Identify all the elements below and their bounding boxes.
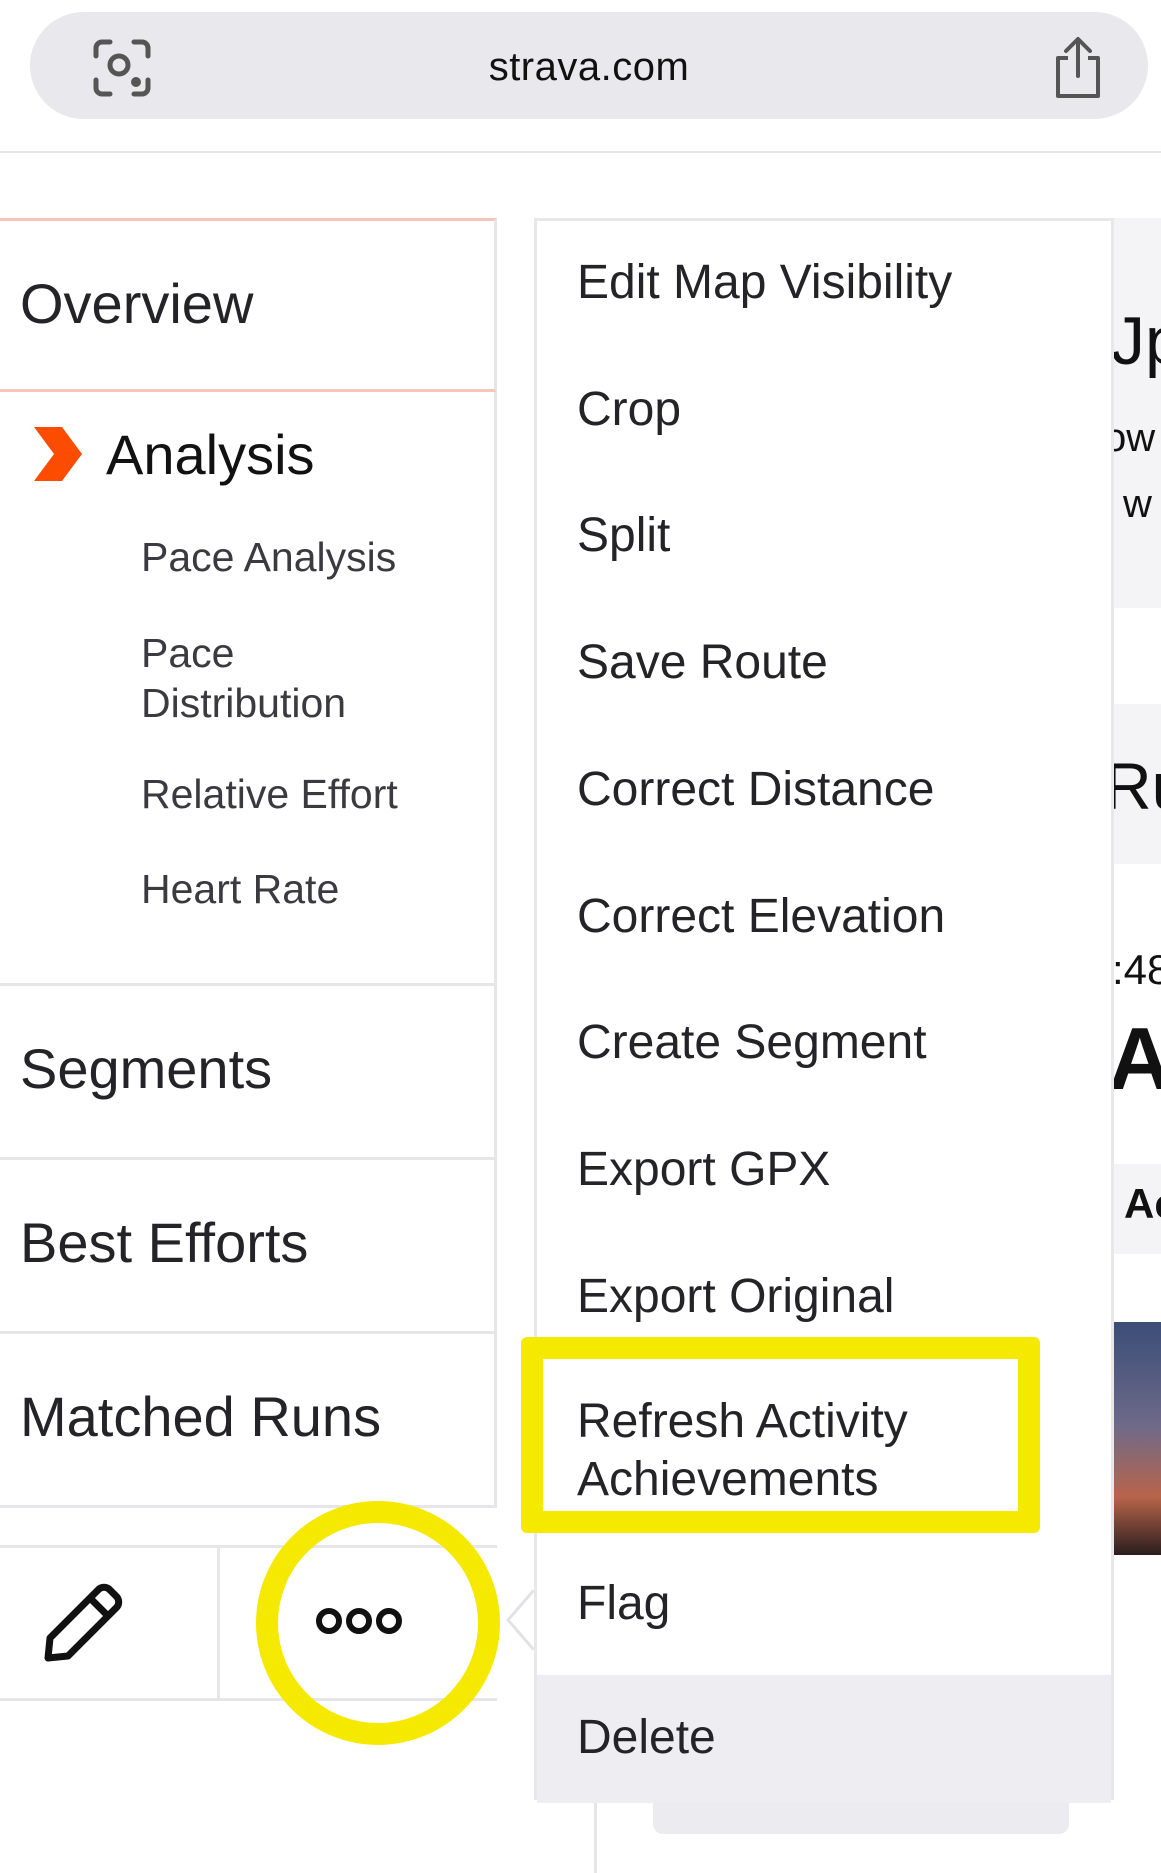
- menu-item-export-original[interactable]: Export Original: [577, 1268, 894, 1326]
- menu-item-create-segment[interactable]: Create Segment: [577, 1014, 927, 1072]
- nav-analysis-label: Analysis: [106, 423, 315, 486]
- share-icon[interactable]: [1050, 36, 1106, 100]
- menu-item-delete-label: Delete: [577, 1711, 716, 1764]
- menu-item-save-route[interactable]: Save Route: [577, 634, 828, 692]
- nav-sub-pace-distribution[interactable]: Pace Distribution: [141, 628, 411, 728]
- menu-item-split[interactable]: Split: [577, 507, 670, 565]
- actions-dropdown-menu: Edit Map Visibility Crop Split Save Rout…: [534, 218, 1114, 1803]
- menu-item-export-gpx[interactable]: Export GPX: [577, 1141, 830, 1199]
- nav-best-efforts-label: Best Efforts: [20, 1211, 309, 1274]
- browser-chrome: strava.com: [0, 0, 1161, 153]
- nav-overview-label: Overview: [20, 272, 254, 335]
- menu-item-correct-distance[interactable]: Correct Distance: [577, 761, 934, 819]
- background-text: w: [1123, 482, 1152, 526]
- background-text: ow: [1110, 416, 1156, 460]
- background-text: Ru: [1110, 749, 1161, 823]
- nav-best-efforts[interactable]: Best Efforts: [0, 1160, 497, 1334]
- nav-sub-pace-analysis[interactable]: Pace Analysis: [141, 532, 396, 582]
- menu-item-correct-elevation[interactable]: Correct Elevation: [577, 888, 945, 946]
- pencil-icon[interactable]: [40, 1578, 128, 1666]
- menu-item-edit-map-visibility[interactable]: Edit Map Visibility: [577, 254, 952, 312]
- menu-item-crop[interactable]: Crop: [577, 381, 681, 439]
- nav-matched-runs-label: Matched Runs: [20, 1385, 382, 1448]
- nav-overview[interactable]: Overview: [0, 218, 497, 392]
- highlight-circle: [256, 1501, 500, 1745]
- background-content: Jp ow w Ru :48 A Ac: [1110, 218, 1161, 1873]
- menu-item-flag[interactable]: Flag: [577, 1575, 670, 1633]
- address-bar[interactable]: strava.com: [30, 12, 1148, 119]
- background-photo: [1113, 1322, 1161, 1555]
- background-text: :48: [1112, 946, 1161, 993]
- url-text[interactable]: strava.com: [30, 45, 1148, 90]
- background-text: A: [1110, 1009, 1161, 1108]
- background-card: [1110, 218, 1161, 608]
- nav-segments-label: Segments: [20, 1037, 273, 1100]
- dropdown-caret: [506, 1590, 534, 1650]
- background-text: Ac: [1124, 1180, 1161, 1227]
- nav-segments[interactable]: Segments: [0, 986, 497, 1160]
- highlight-rectangle: [521, 1337, 1040, 1533]
- nav-sub-heart-rate[interactable]: Heart Rate: [141, 864, 339, 914]
- background-text: Jp: [1111, 303, 1161, 379]
- chevron-right-icon: [34, 427, 82, 481]
- nav-matched-runs[interactable]: Matched Runs: [0, 1334, 497, 1508]
- menu-item-delete[interactable]: Delete: [537, 1675, 1111, 1803]
- toolbar-divider: [217, 1548, 220, 1698]
- nav-analysis[interactable]: Analysis Pace Analysis Pace Distribution…: [0, 392, 497, 986]
- nav-sub-relative-effort[interactable]: Relative Effort: [141, 769, 398, 819]
